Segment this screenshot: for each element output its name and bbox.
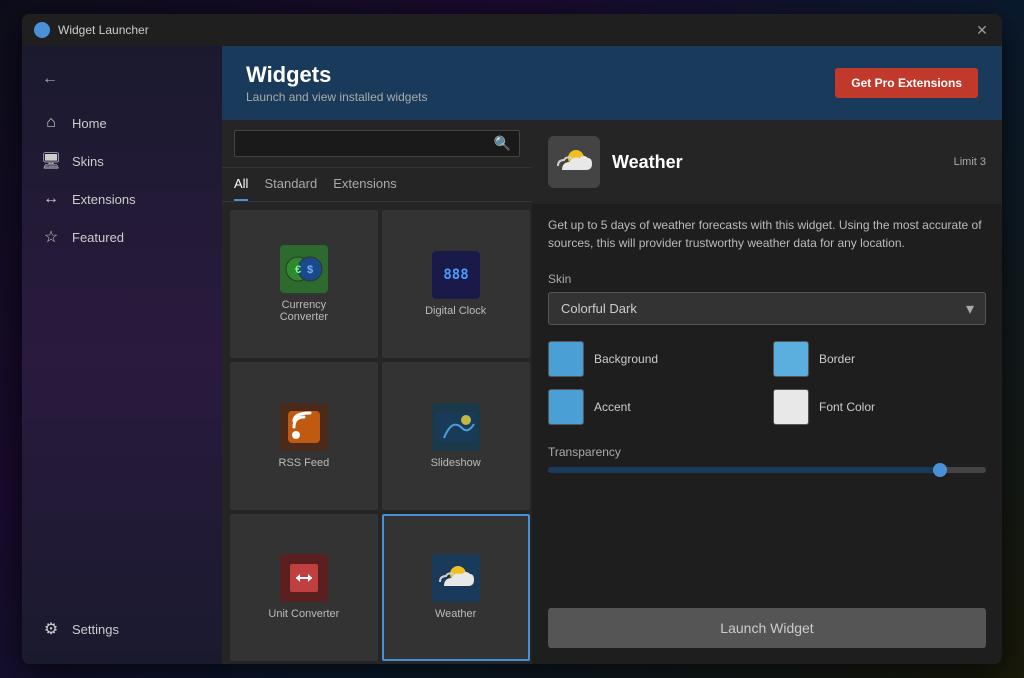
app-body: ← ⌂ Home 🖥 Skins ↔ Extensions ☆ Featured…	[22, 46, 1002, 664]
rss-icon	[280, 403, 328, 451]
weather-icon	[432, 554, 480, 602]
search-bar: 🔍	[222, 120, 532, 168]
widget-cell-currency[interactable]: € $ CurrencyConverter	[230, 210, 378, 358]
window-title: Widget Launcher	[58, 23, 974, 37]
slider-fill	[548, 467, 942, 473]
svg-text:€: €	[295, 264, 301, 276]
sidebar-item-featured[interactable]: ☆ Featured	[22, 218, 222, 256]
background-color-label: Background	[594, 352, 658, 366]
sidebar-item-label: Featured	[72, 230, 124, 245]
detail-description: Get up to 5 days of weather forecasts wi…	[532, 204, 1002, 264]
widget-label-unit: Unit Converter	[268, 608, 339, 620]
widget-cell-slideshow[interactable]: Slideshow	[382, 362, 530, 510]
header-subtitle: Launch and view installed widgets	[246, 90, 427, 104]
app-window: Widget Launcher ✕ ← ⌂ Home 🖥 Skins ↔ Ext…	[22, 14, 1002, 664]
unit-icon	[280, 554, 328, 602]
detail-title: Weather	[612, 152, 942, 173]
sidebar-item-label: Skins	[72, 154, 104, 169]
border-color-swatch[interactable]	[773, 341, 809, 377]
back-button[interactable]: ←	[22, 62, 222, 96]
slider-thumb[interactable]	[933, 463, 947, 477]
accent-color-label: Accent	[594, 400, 631, 414]
main-content: Widgets Launch and view installed widget…	[222, 46, 1002, 664]
home-icon: ⌂	[42, 114, 60, 132]
accent-color-swatch[interactable]	[548, 389, 584, 425]
header-title: Widgets	[246, 62, 427, 88]
sidebar-item-skins[interactable]: 🖥 Skins	[22, 142, 222, 180]
slideshow-icon	[432, 403, 480, 451]
widget-label-digital-clock: Digital Clock	[425, 305, 486, 317]
tabs-row: All Standard Extensions	[222, 168, 532, 202]
sidebar-item-home[interactable]: ⌂ Home	[22, 104, 222, 142]
title-bar: Widget Launcher ✕	[22, 14, 1002, 46]
search-input-wrap[interactable]: 🔍	[234, 130, 520, 157]
currency-icon: € $	[280, 245, 328, 293]
detail-header: Weather Limit 3	[532, 120, 1002, 204]
sidebar-item-label: Home	[72, 116, 107, 131]
font-color-swatch[interactable]	[773, 389, 809, 425]
color-grid: Background Border Accent Font Color	[532, 333, 1002, 433]
svg-text:888: 888	[443, 267, 468, 283]
widgets-area: 🔍 All Standard Extensions	[222, 120, 1002, 664]
widget-list-panel: 🔍 All Standard Extensions	[222, 120, 532, 664]
settings-icon: ⚙	[42, 620, 60, 638]
widget-cell-rss[interactable]: RSS Feed	[230, 362, 378, 510]
sidebar-bottom: ⚙ Settings	[22, 610, 222, 648]
search-input[interactable]	[243, 136, 494, 151]
widget-grid: € $ CurrencyConverter 888	[222, 202, 532, 664]
extensions-icon: ↔	[42, 190, 60, 208]
detail-title-wrap: Weather	[612, 152, 942, 173]
skin-select-wrap: Colorful Dark Dark Light Minimal ▾	[548, 292, 986, 325]
widget-label-rss: RSS Feed	[279, 457, 330, 469]
detail-panel: Weather Limit 3 Get up to 5 days of weat…	[532, 120, 1002, 664]
digital-clock-icon: 888	[432, 251, 480, 299]
sidebar-item-extensions[interactable]: ↔ Extensions	[22, 180, 222, 218]
font-color-label: Font Color	[819, 400, 875, 414]
close-button[interactable]: ✕	[974, 22, 990, 38]
color-item-border: Border	[773, 341, 986, 377]
launch-btn-wrap: Launch Widget	[532, 592, 1002, 664]
color-item-background: Background	[548, 341, 761, 377]
skins-icon: 🖥	[42, 152, 60, 170]
widget-label-weather: Weather	[435, 608, 476, 620]
tab-standard[interactable]: Standard	[264, 176, 317, 201]
featured-icon: ☆	[42, 228, 60, 246]
get-pro-button[interactable]: Get Pro Extensions	[835, 68, 978, 98]
transparency-slider[interactable]	[548, 467, 986, 473]
transparency-section: Transparency	[532, 433, 1002, 485]
header: Widgets Launch and view installed widget…	[222, 46, 1002, 120]
color-item-accent: Accent	[548, 389, 761, 425]
sidebar-item-label: Extensions	[72, 192, 136, 207]
sidebar-item-settings[interactable]: ⚙ Settings	[22, 610, 222, 648]
sidebar-item-label: Settings	[72, 622, 119, 637]
tab-all[interactable]: All	[234, 176, 248, 201]
detail-widget-icon	[548, 136, 600, 188]
skin-section: Skin Colorful Dark Dark Light Minimal ▾	[532, 264, 1002, 333]
detail-limit: Limit 3	[954, 156, 986, 168]
widget-label-slideshow: Slideshow	[431, 457, 481, 469]
color-item-font: Font Color	[773, 389, 986, 425]
tab-extensions[interactable]: Extensions	[333, 176, 397, 201]
widget-cell-digital-clock[interactable]: 888 Digital Clock	[382, 210, 530, 358]
svg-text:$: $	[307, 264, 313, 276]
sidebar: ← ⌂ Home 🖥 Skins ↔ Extensions ☆ Featured…	[22, 46, 222, 664]
launch-widget-button[interactable]: Launch Widget	[548, 608, 986, 648]
skin-label: Skin	[548, 272, 986, 286]
header-text: Widgets Launch and view installed widget…	[246, 62, 427, 104]
widget-label-currency: CurrencyConverter	[280, 299, 328, 323]
app-icon	[34, 22, 50, 38]
widget-cell-weather[interactable]: Weather	[382, 514, 530, 662]
skin-select[interactable]: Colorful Dark Dark Light Minimal	[548, 292, 986, 325]
background-color-swatch[interactable]	[548, 341, 584, 377]
transparency-label: Transparency	[548, 445, 986, 459]
search-icon: 🔍	[494, 135, 511, 152]
widget-cell-unit[interactable]: Unit Converter	[230, 514, 378, 662]
back-icon: ←	[42, 70, 58, 87]
border-color-label: Border	[819, 352, 855, 366]
